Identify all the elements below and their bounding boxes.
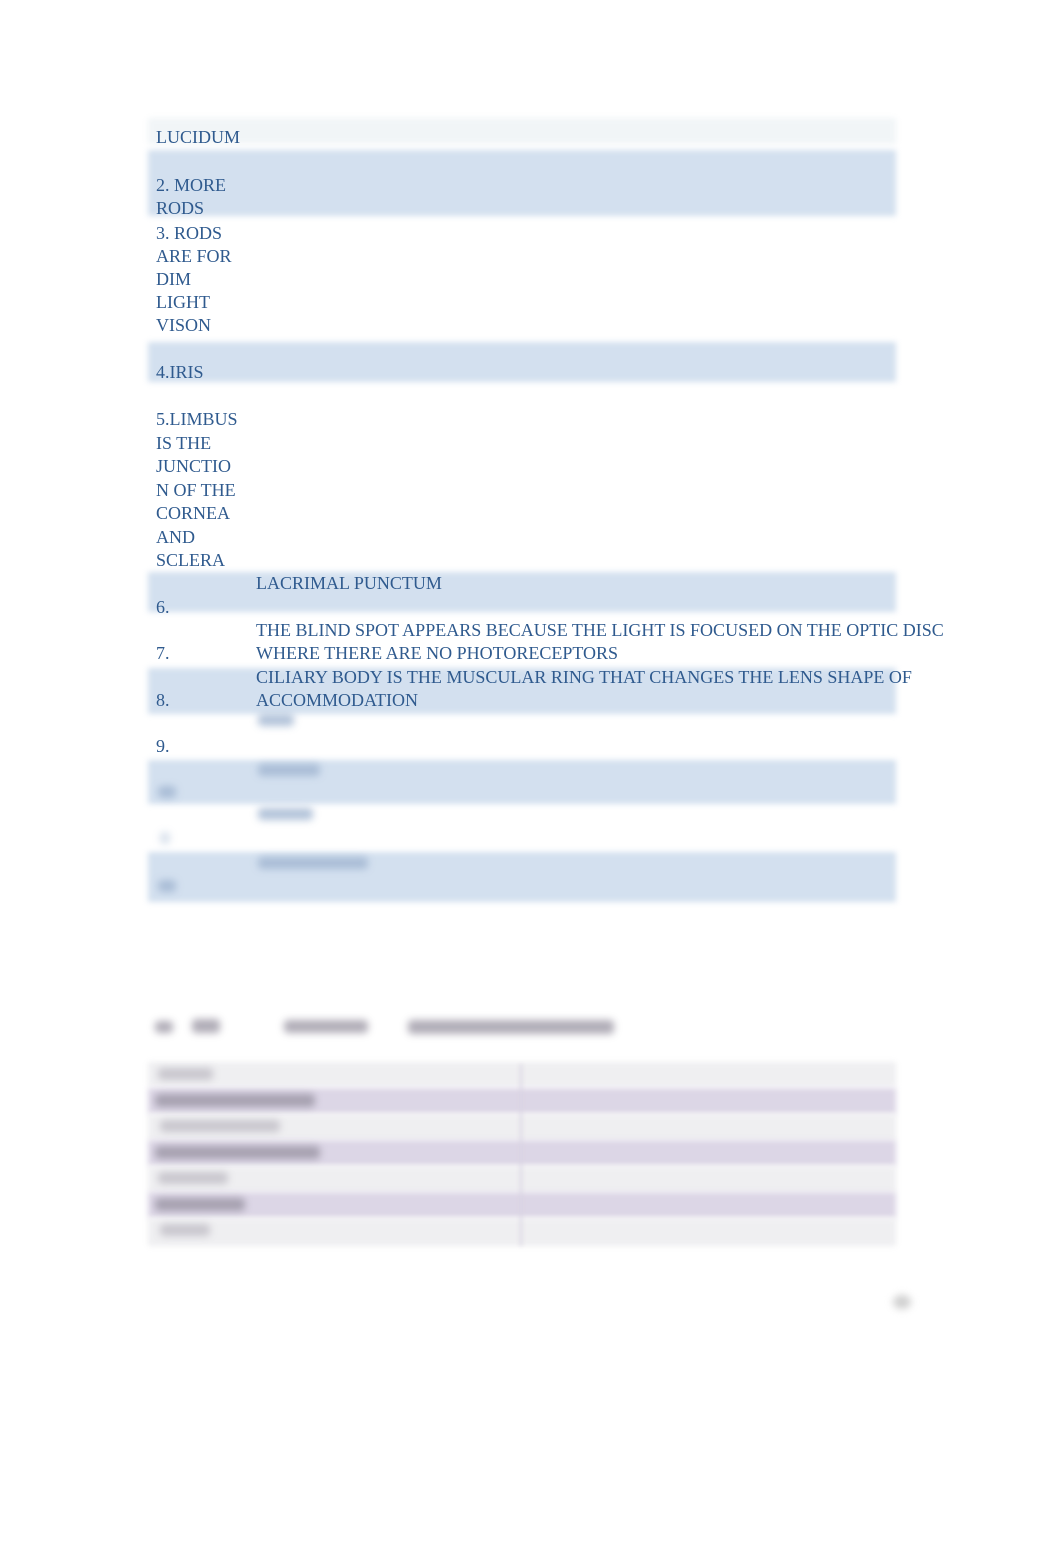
row-7-number: 7. [156, 643, 170, 663]
table2-row [148, 1192, 896, 1218]
blurred-text [158, 1068, 213, 1080]
row-6-answer: LACRIMAL PUNCTUM [256, 573, 442, 593]
blurred-text [155, 1146, 320, 1159]
blurred-text [258, 857, 368, 869]
row-8-answer: CILIARY BODY IS THE MUSCULAR RING THAT C… [256, 667, 912, 710]
blurred-text [258, 764, 320, 776]
blurred-text [158, 786, 176, 798]
blurred-text [408, 1020, 614, 1034]
row-lucidum-label: LUCIDUM [156, 127, 240, 147]
blurred-text [158, 1172, 228, 1184]
row-8-number: 8. [156, 690, 170, 710]
blurred-text [258, 808, 313, 820]
row-4-label: 4.IRIS [156, 362, 204, 382]
blurred-text [284, 1020, 368, 1033]
blurred-text [258, 714, 294, 726]
row-2-label: 2. MORE RODS [156, 175, 227, 218]
table2-row [148, 1062, 896, 1086]
table2-row [148, 1166, 896, 1192]
row-5-label: 5.LIMBUS IS THE JUNCTIO N OF THE CORNEA … [156, 409, 238, 570]
row-9-number: 9. [156, 736, 170, 756]
table2-row [148, 1218, 896, 1246]
blurred-text [155, 1021, 173, 1033]
table1-row-band [148, 118, 896, 144]
blurred-text [155, 1094, 315, 1107]
row-6-number: 6. [156, 597, 170, 617]
page-number [893, 1295, 911, 1309]
row-7-answer: THE BLIND SPOT APPEARS BECAUSE THE LIGHT… [256, 620, 944, 663]
table1-row-band [148, 342, 896, 382]
blurred-text [160, 832, 170, 844]
table2-column-divider [520, 1064, 522, 1246]
blurred-text [160, 1120, 280, 1132]
blurred-text [160, 1224, 210, 1236]
blurred-text [158, 880, 176, 892]
row-3-label: 3. RODS ARE FOR DIM LIGHT VISON [156, 223, 232, 335]
blurred-text [192, 1019, 220, 1033]
blurred-text [155, 1198, 245, 1211]
table1-row-band [148, 150, 896, 216]
